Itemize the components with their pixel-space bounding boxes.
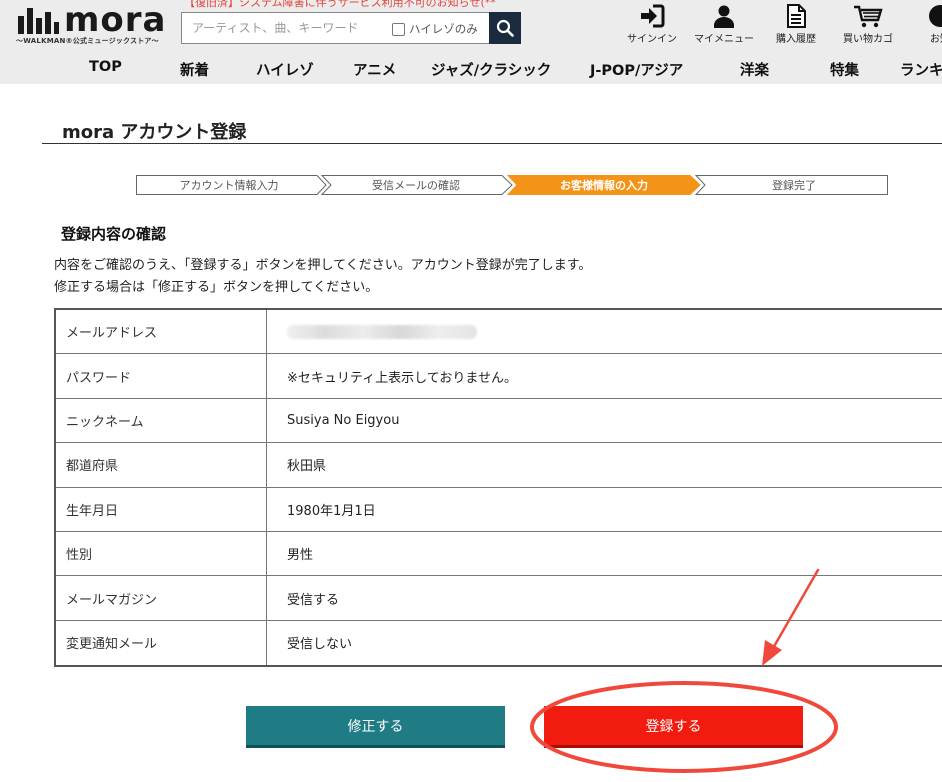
checkbox-box[interactable] bbox=[392, 22, 405, 36]
info-label: お知 bbox=[930, 34, 942, 45]
row-label: メールアドレス bbox=[56, 310, 267, 354]
row-value: 秋田県 bbox=[287, 459, 327, 475]
row-value: 受信する bbox=[287, 592, 340, 608]
email-value-redacted bbox=[267, 310, 942, 353]
table-row-prefecture: 都道府県 秋田県 bbox=[56, 443, 942, 488]
nav-ranking[interactable]: ランキ bbox=[900, 59, 942, 80]
confirmation-table: メールアドレス パスワード ※セキュリティ上表示しておりません。 ニックネーム … bbox=[54, 308, 942, 668]
hires-only-label: ハイレゾのみ bbox=[409, 22, 478, 36]
table-row-nickname: ニックネーム Susiya No Eigyou bbox=[56, 398, 942, 444]
table-row-birthdate: 生年月日 1980年1月1日 bbox=[56, 487, 942, 532]
registration-steps: アカウント情報入力 受信メールの確認 お客様情報の入力 登録完了 bbox=[136, 175, 888, 195]
logo-word: mora bbox=[64, 0, 167, 40]
row-label: ニックネーム bbox=[56, 398, 267, 443]
table-row-email: メールアドレス bbox=[56, 310, 942, 355]
row-label: パスワード bbox=[56, 354, 267, 398]
mora-logo[interactable]: mora 〜WALKMAN®公式ミュージックストア〜 bbox=[16, 0, 167, 45]
mymenu-button[interactable]: マイメニュー bbox=[688, 2, 760, 46]
page-title: mora アカウント登録 bbox=[62, 122, 247, 143]
signin-button[interactable]: サインイン bbox=[616, 2, 688, 46]
row-label: 性別 bbox=[56, 531, 267, 576]
search-icon bbox=[496, 19, 514, 37]
info-icon bbox=[929, 5, 942, 27]
hires-only-checkbox[interactable]: ハイレゾのみ bbox=[392, 21, 478, 37]
search-box: ハイレゾのみ bbox=[181, 12, 521, 44]
row-value: 1980年1月1日 bbox=[287, 503, 376, 519]
redacted-blur bbox=[287, 324, 477, 339]
signin-icon bbox=[641, 4, 665, 28]
search-button[interactable] bbox=[489, 12, 521, 44]
page: mora 〜WALKMAN®公式ミュージックストア〜 【復旧済】システム障害に伴… bbox=[0, 0, 942, 782]
row-label: 都道府県 bbox=[56, 443, 267, 487]
nav-anime[interactable]: アニメ bbox=[353, 59, 396, 80]
title-divider bbox=[42, 143, 942, 144]
row-label: 生年月日 bbox=[56, 487, 267, 531]
history-label: 購入履歴 bbox=[776, 34, 816, 45]
register-button[interactable]: 登録する bbox=[544, 706, 803, 748]
search-input[interactable] bbox=[182, 13, 392, 43]
nav-jazz-classic[interactable]: ジャズ/クラシック bbox=[431, 59, 551, 80]
step-mail-confirm: 受信メールの確認 bbox=[372, 179, 460, 192]
cart-label: 買い物カゴ bbox=[843, 34, 893, 45]
instruction-text-2: 修正する場合は「修正する」ボタンを押してください。 bbox=[54, 280, 379, 295]
row-value: 男性 bbox=[287, 548, 314, 564]
cart-button[interactable]: 買い物カゴ bbox=[832, 2, 904, 46]
user-icon bbox=[714, 5, 734, 28]
step-customer-info: お客様情報の入力 bbox=[560, 179, 648, 192]
nav-western[interactable]: 洋楽 bbox=[740, 59, 769, 80]
nav-top[interactable]: TOP bbox=[89, 59, 122, 75]
table-row-password: パスワード ※セキュリティ上表示しておりません。 bbox=[56, 354, 942, 399]
row-value: 受信しない bbox=[287, 637, 353, 653]
mymenu-label: マイメニュー bbox=[694, 34, 754, 45]
logo-tagline: 〜WALKMAN®公式ミュージックストア〜 bbox=[16, 37, 159, 45]
history-button[interactable]: 購入履歴 bbox=[760, 2, 832, 46]
edit-button[interactable]: 修正する bbox=[246, 706, 505, 748]
step-account-info: アカウント情報入力 bbox=[179, 179, 279, 192]
cart-icon bbox=[854, 5, 883, 28]
row-label: メールマガジン bbox=[56, 576, 267, 620]
nav-hires[interactable]: ハイレゾ bbox=[256, 59, 314, 80]
nav-jpop-asia[interactable]: J-POP/アジア bbox=[590, 59, 683, 80]
signin-label: サインイン bbox=[627, 34, 677, 45]
step-complete: 登録完了 bbox=[772, 179, 816, 192]
site-header: mora 〜WALKMAN®公式ミュージックストア〜 【復旧済】システム障害に伴… bbox=[0, 0, 942, 84]
document-icon bbox=[787, 4, 806, 28]
nav-new[interactable]: 新着 bbox=[180, 59, 209, 80]
table-row-change-notice: 変更通知メール 受信しない bbox=[56, 620, 942, 666]
table-row-newsletter: メールマガジン 受信する bbox=[56, 576, 942, 621]
nav-feature[interactable]: 特集 bbox=[830, 59, 859, 80]
system-notice-link[interactable]: 【復旧済】システム障害に伴うサービス利用不可のお知らせ(** bbox=[184, 0, 496, 10]
table-row-gender: 性別 男性 bbox=[56, 531, 942, 577]
instruction-text-1: 内容をご確認のうえ、「登録する」ボタンを押してください。アカウント登録が完了しま… bbox=[54, 258, 592, 273]
section-heading: 登録内容の確認 bbox=[61, 225, 167, 243]
logo-mark-icon bbox=[18, 8, 59, 34]
row-value: Susiya No Eigyou bbox=[287, 412, 400, 428]
genre-nav: TOP 新着 ハイレゾ アニメ ジャズ/クラシック J-POP/アジア 洋楽 特… bbox=[0, 57, 942, 83]
header-icon-menu: サインイン マイメニュー 購入履歴 買い物カゴ お bbox=[616, 2, 942, 46]
info-button[interactable]: お知 bbox=[904, 2, 942, 46]
row-label: 変更通知メール bbox=[56, 620, 267, 666]
row-value: ※セキュリティ上表示しておりません。 bbox=[287, 370, 517, 386]
